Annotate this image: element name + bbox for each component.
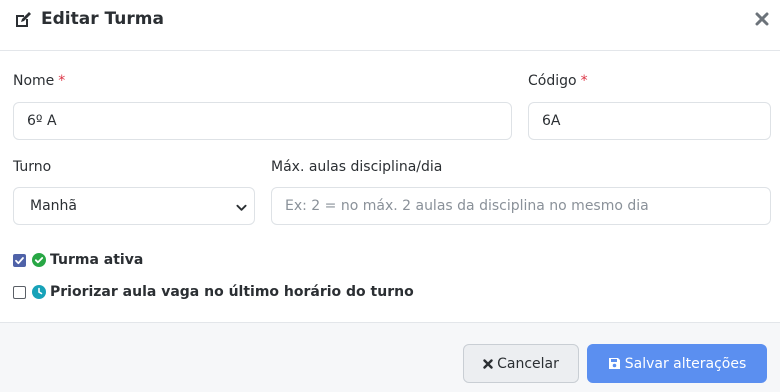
modal-footer: Cancelar Salvar alterações (0, 322, 780, 392)
save-button-label: Salvar alterações (624, 355, 747, 372)
save-icon (608, 358, 620, 369)
nome-input[interactable] (13, 102, 512, 140)
priorizar-checkbox[interactable] (13, 285, 26, 299)
turma-ativa-row: Turma ativa (13, 251, 143, 269)
cancel-button-label: Cancelar (497, 355, 559, 372)
modal-title: Editar Turma (41, 9, 164, 29)
required-mark: * (58, 73, 66, 89)
close-icon[interactable] (754, 11, 770, 27)
max-aulas-label: Máx. aulas disciplina/dia (271, 159, 443, 175)
cancel-button[interactable]: Cancelar (463, 344, 579, 383)
check-circle-icon (32, 253, 46, 267)
close-icon (483, 358, 493, 369)
codigo-label-text: Código (528, 73, 577, 89)
priorizar-row: Priorizar aula vaga no último horário do… (13, 283, 414, 301)
turma-ativa-label: Turma ativa (50, 252, 144, 268)
codigo-label: Código * (528, 73, 588, 89)
clock-icon (32, 285, 46, 299)
modal-header: Editar Turma (0, 0, 780, 51)
codigo-input[interactable] (528, 102, 771, 140)
turno-select[interactable]: Manhã (13, 187, 255, 225)
save-button[interactable]: Salvar alterações (587, 344, 767, 383)
turno-label: Turno (13, 159, 52, 175)
required-mark: * (580, 73, 588, 89)
turno-selected-value: Manhã (30, 198, 77, 214)
turma-ativa-checkbox[interactable] (13, 253, 26, 267)
chevron-down-icon (236, 204, 247, 211)
nome-label: Nome * (13, 73, 65, 89)
edit-icon (16, 12, 31, 27)
checkmark-icon (15, 256, 24, 264)
max-aulas-input[interactable] (271, 187, 771, 225)
priorizar-label: Priorizar aula vaga no último horário do… (50, 284, 414, 300)
nome-label-text: Nome (13, 73, 55, 89)
